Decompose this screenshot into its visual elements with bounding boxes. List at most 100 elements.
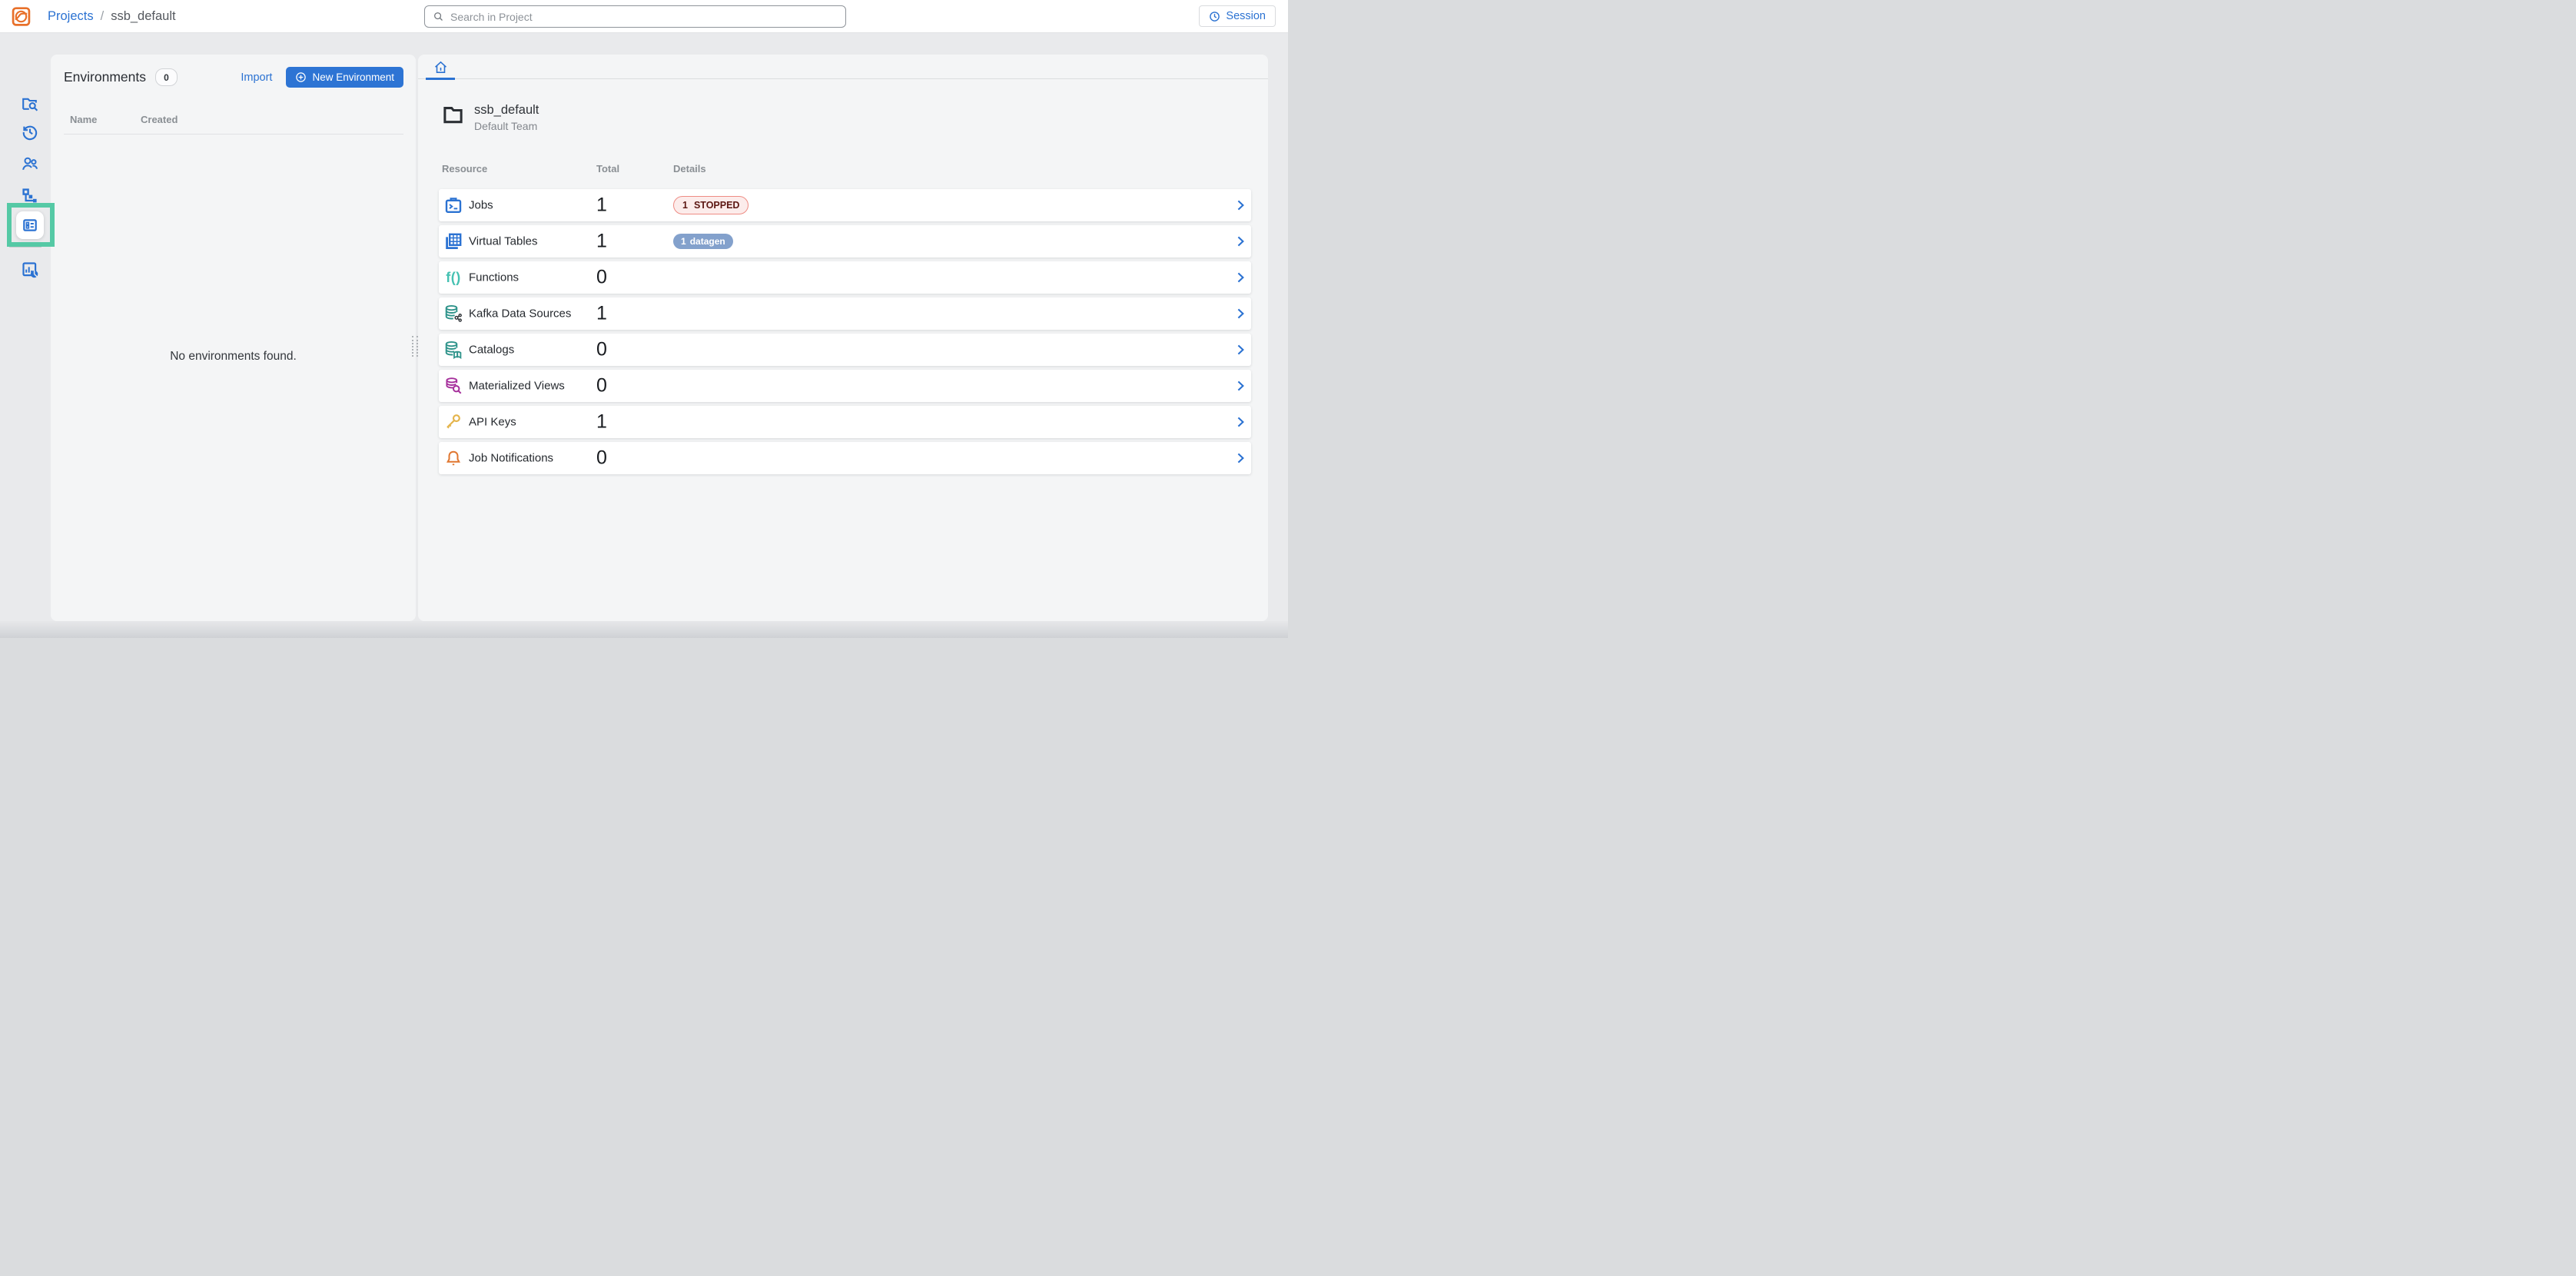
resource-label: Materialized Views xyxy=(469,380,565,393)
chevron-right-icon[interactable] xyxy=(1233,451,1247,465)
environments-header: Environments 0 Import New Environment xyxy=(51,55,416,88)
chevron-right-icon[interactable] xyxy=(1233,271,1247,284)
project-panel: ssb_default Default Team Resource Total … xyxy=(418,55,1268,621)
resource-total: 1 xyxy=(596,231,607,253)
sidebar-divider xyxy=(9,246,41,248)
resource-row[interactable]: Catalogs 0 xyxy=(439,334,1251,366)
search-input[interactable] xyxy=(450,11,838,23)
resource-label: Job Notifications xyxy=(469,452,553,465)
resource-total: 0 xyxy=(596,339,607,361)
resource-row[interactable]: Materialized Views 0 xyxy=(439,370,1251,402)
resource-table-header: Resource Total Details xyxy=(439,163,1251,177)
sidebar-item-users[interactable] xyxy=(21,155,39,173)
project-search[interactable] xyxy=(424,5,846,28)
project-name: ssb_default xyxy=(474,102,539,118)
resource-total: 1 xyxy=(596,411,607,434)
breadcrumb-separator: / xyxy=(101,9,105,24)
folder-icon xyxy=(442,104,464,126)
clock-icon xyxy=(1209,11,1220,22)
resource-label: Virtual Tables xyxy=(469,235,538,248)
materialized-views-icon xyxy=(444,377,463,395)
tab-home[interactable] xyxy=(424,55,456,79)
kafka-data-sources-icon xyxy=(444,304,463,323)
job-notifications-icon xyxy=(444,449,463,467)
panel-resize-handle[interactable] xyxy=(412,336,418,357)
jobs-icon xyxy=(444,196,463,214)
resource-row[interactable]: Job Notifications 0 xyxy=(439,442,1251,474)
left-nav-sidebar xyxy=(0,33,49,638)
resource-total: 0 xyxy=(596,447,607,470)
session-button-label: Session xyxy=(1226,10,1266,22)
resource-row[interactable]: Kafka Data Sources 1 xyxy=(439,297,1251,330)
resource-label: Jobs xyxy=(469,199,493,212)
environments-panel: Environments 0 Import New Environment Na… xyxy=(51,55,416,621)
catalogs-icon xyxy=(444,341,463,359)
detail-badge: 1 datagen xyxy=(673,234,733,249)
api-keys-icon xyxy=(444,413,463,431)
column-created: Created xyxy=(141,114,178,125)
resource-label: Functions xyxy=(469,271,519,284)
resource-label: Catalogs xyxy=(469,344,514,357)
breadcrumb-projects-link[interactable]: Projects xyxy=(48,9,94,24)
sidebar-item-monitoring[interactable] xyxy=(21,261,39,279)
badge-count: 1 xyxy=(682,200,688,211)
chevron-right-icon[interactable] xyxy=(1233,234,1247,248)
breadcrumb-current: ssb_default xyxy=(111,9,175,24)
users-icon xyxy=(21,155,39,173)
app-screen: Projects / ssb_default Session Environme… xyxy=(0,0,1288,638)
column-resource: Resource xyxy=(442,163,487,174)
ssb-logo-icon xyxy=(12,7,31,26)
new-environment-label: New Environment xyxy=(312,71,394,83)
home-icon xyxy=(433,60,448,75)
active-item-card[interactable] xyxy=(16,211,44,239)
resource-row[interactable]: Virtual Tables 1 1 datagen xyxy=(439,225,1251,258)
resource-label: API Keys xyxy=(469,416,516,429)
search-icon xyxy=(433,11,444,22)
plus-circle-icon xyxy=(295,71,307,83)
resource-total: 1 xyxy=(596,303,607,325)
sidebar-item-lineage[interactable] xyxy=(21,187,39,205)
column-details: Details xyxy=(673,163,706,174)
chevron-right-icon[interactable] xyxy=(1233,198,1247,212)
chevron-right-icon[interactable] xyxy=(1233,379,1247,393)
breadcrumb: Projects / ssb_default xyxy=(48,0,176,33)
column-name: Name xyxy=(70,114,141,125)
virtual-tables-icon xyxy=(444,232,463,251)
import-link[interactable]: Import xyxy=(241,71,272,84)
sidebar-item-project-explorer[interactable] xyxy=(21,95,39,114)
resource-details: 1 datagen xyxy=(673,234,733,249)
environments-icon xyxy=(22,217,38,234)
stopped-status-badge: 1 STOPPED xyxy=(673,196,749,214)
environments-table-header: Name Created xyxy=(64,114,403,135)
bottom-shadow-strip xyxy=(0,621,1288,638)
resource-row[interactable]: f() Functions 0 xyxy=(439,261,1251,294)
environments-count-badge: 0 xyxy=(155,68,178,86)
monitoring-icon xyxy=(21,261,39,279)
resource-row[interactable]: Jobs 1 1 STOPPED xyxy=(439,189,1251,221)
session-button[interactable]: Session xyxy=(1199,5,1276,27)
sidebar-item-environments[interactable] xyxy=(16,211,44,239)
top-bar: Projects / ssb_default Session xyxy=(0,0,1288,33)
environments-title: Environments xyxy=(64,69,146,85)
resource-total: 1 xyxy=(596,194,607,217)
project-heading: ssb_default Default Team xyxy=(442,102,1268,134)
history-icon xyxy=(21,123,39,141)
resource-label: Kafka Data Sources xyxy=(469,307,571,321)
badge-text: STOPPED xyxy=(694,200,740,211)
chevron-right-icon[interactable] xyxy=(1233,415,1247,429)
resource-row[interactable]: API Keys 1 xyxy=(439,406,1251,438)
chevron-right-icon[interactable] xyxy=(1233,343,1247,357)
new-environment-button[interactable]: New Environment xyxy=(286,67,403,88)
lineage-icon xyxy=(21,187,39,205)
environments-empty-message: No environments found. xyxy=(51,350,416,364)
badge-text: datagen xyxy=(690,236,725,247)
column-total: Total xyxy=(596,163,619,174)
resource-details: 1 STOPPED xyxy=(673,196,749,214)
resource-total: 0 xyxy=(596,267,607,289)
project-team: Default Team xyxy=(474,119,539,134)
chevron-right-icon[interactable] xyxy=(1233,307,1247,321)
badge-count: 1 xyxy=(681,236,686,247)
sidebar-item-history[interactable] xyxy=(21,123,39,141)
functions-icon: f() xyxy=(444,268,463,287)
project-tabs xyxy=(418,55,1268,79)
